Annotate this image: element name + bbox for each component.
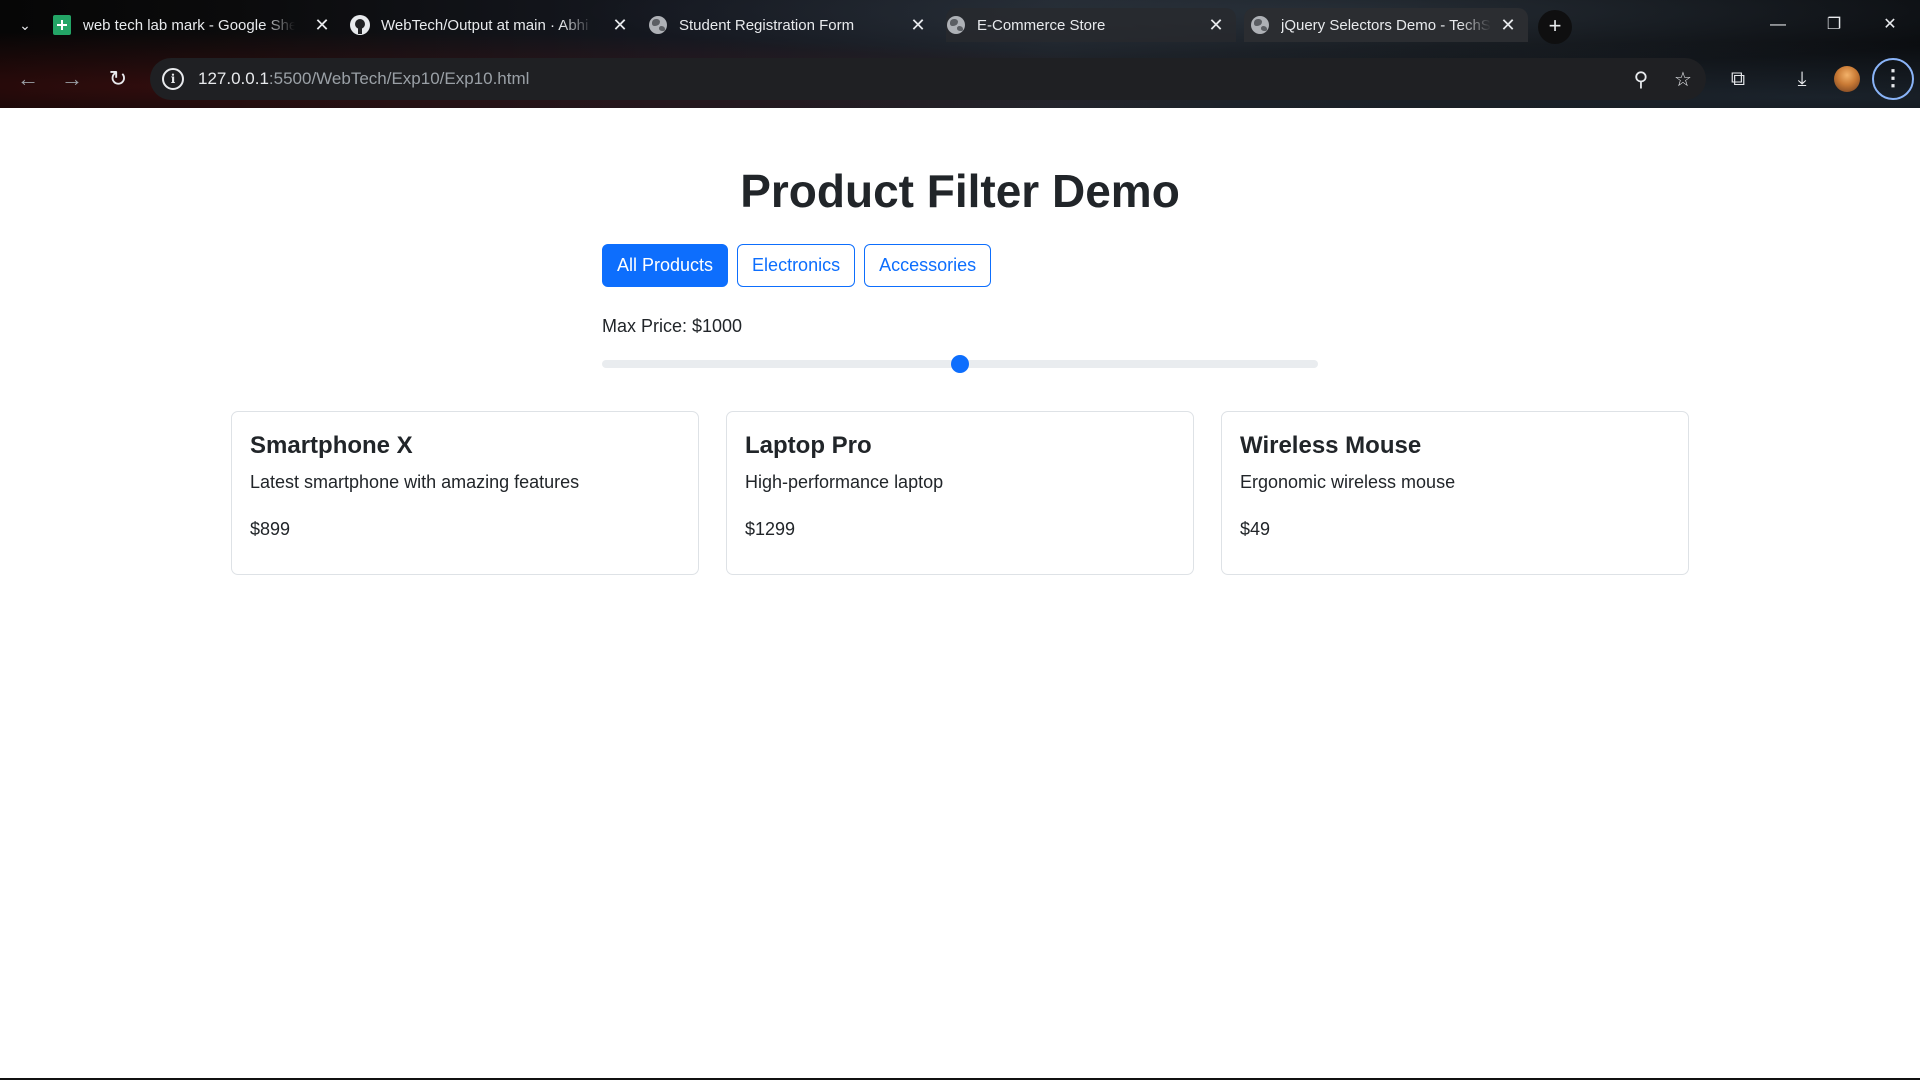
product-price: $1299 [745, 519, 796, 539]
tab-title: jQuery Selectors Demo - TechSt [1281, 16, 1491, 34]
close-window-icon[interactable]: ✕ [1870, 10, 1910, 40]
github-icon [350, 15, 370, 35]
slider-thumb[interactable] [951, 355, 969, 373]
browser-chrome: ⌄ web tech lab mark - Google Sheets ✕ We… [0, 0, 1920, 108]
tab-title: WebTech/Output at main · Abhi [381, 16, 589, 34]
browser-toolbar: ← → ↻ i 127.0.0.1:5500/WebTech/Exp10/Exp… [0, 56, 1920, 102]
bookmark-star-icon[interactable]: ☆ [1670, 67, 1696, 93]
product-description: High-performance laptop [745, 472, 944, 492]
site-info-icon[interactable]: i [162, 68, 184, 90]
filter-all-products-button[interactable]: All Products [602, 244, 729, 287]
close-icon[interactable]: ✕ [610, 15, 630, 35]
product-name: Wireless Mouse [1240, 432, 1422, 459]
kebab-menu-icon[interactable]: ⋮ [1872, 58, 1914, 100]
tab-student-registration[interactable]: Student Registration Form ✕ [648, 8, 938, 42]
tab-ecommerce-store[interactable]: E-Commerce Store ✕ [946, 8, 1236, 42]
tab-strip: ⌄ web tech lab mark - Google Sheets ✕ We… [0, 0, 1920, 50]
back-arrow-icon[interactable]: ← [10, 61, 46, 97]
close-icon[interactable]: ✕ [312, 15, 332, 35]
download-icon[interactable]: ⤓ [1784, 61, 1820, 97]
filter-electronics-button[interactable]: Electronics [737, 244, 856, 287]
restore-icon[interactable]: ❐ [1814, 10, 1854, 40]
profile-avatar[interactable] [1834, 66, 1860, 92]
sheets-icon [52, 15, 72, 35]
product-card: Laptop Pro High-performance laptop $1299 [726, 411, 1194, 575]
product-description: Ergonomic wireless mouse [1240, 472, 1456, 492]
zoom-magnifier-icon[interactable]: ⚲ [1628, 67, 1654, 93]
filter-accessories-button[interactable]: Accessories [864, 244, 992, 287]
new-tab-plus-icon[interactable]: + [1538, 10, 1572, 44]
tab-title: web tech lab mark - Google Sheets [83, 16, 295, 34]
page-content: Product Filter Demo All Products Electro… [0, 108, 1920, 1078]
filter-buttons: All Products Electronics Accessories [602, 244, 992, 287]
product-list: Smartphone X Latest smartphone with amaz… [231, 411, 1690, 575]
product-name: Laptop Pro [745, 432, 872, 459]
product-price: $899 [250, 519, 291, 539]
close-icon[interactable]: ✕ [908, 15, 928, 35]
tab-search-chevron-icon[interactable]: ⌄ [10, 10, 40, 40]
max-price-label: Max Price: $1000 [602, 316, 743, 336]
globe-icon [648, 15, 668, 35]
close-icon[interactable]: ✕ [1206, 15, 1226, 35]
tab-title: Student Registration Form [679, 16, 855, 34]
product-card: Wireless Mouse Ergonomic wireless mouse … [1221, 411, 1689, 575]
product-price: $49 [1240, 519, 1271, 539]
tab-title: E-Commerce Store [977, 16, 1106, 34]
tab-jquery-selectors[interactable]: jQuery Selectors Demo - TechSt ✕ [1244, 8, 1528, 42]
globe-icon [1250, 15, 1270, 35]
forward-arrow-icon[interactable]: → [54, 61, 90, 97]
price-range-slider[interactable] [602, 355, 1318, 373]
extensions-puzzle-icon[interactable]: ⧉ [1720, 61, 1756, 97]
close-icon[interactable]: ✕ [1498, 15, 1518, 35]
tab-github[interactable]: WebTech/Output at main · Abhi ✕ [350, 8, 640, 42]
product-card: Smartphone X Latest smartphone with amaz… [231, 411, 699, 575]
product-description: Latest smartphone with amazing features [250, 472, 580, 492]
minimize-icon[interactable]: — [1758, 10, 1798, 40]
product-name: Smartphone X [250, 432, 413, 459]
page-title: Product Filter Demo [740, 165, 1180, 217]
globe-icon [946, 15, 966, 35]
address-bar[interactable]: i 127.0.0.1:5500/WebTech/Exp10/Exp10.htm… [150, 58, 1706, 100]
url-text[interactable]: 127.0.0.1:5500/WebTech/Exp10/Exp10.html [198, 69, 529, 89]
reload-icon[interactable]: ↻ [100, 61, 136, 97]
tab-google-sheets[interactable]: web tech lab mark - Google Sheets ✕ [52, 8, 342, 42]
